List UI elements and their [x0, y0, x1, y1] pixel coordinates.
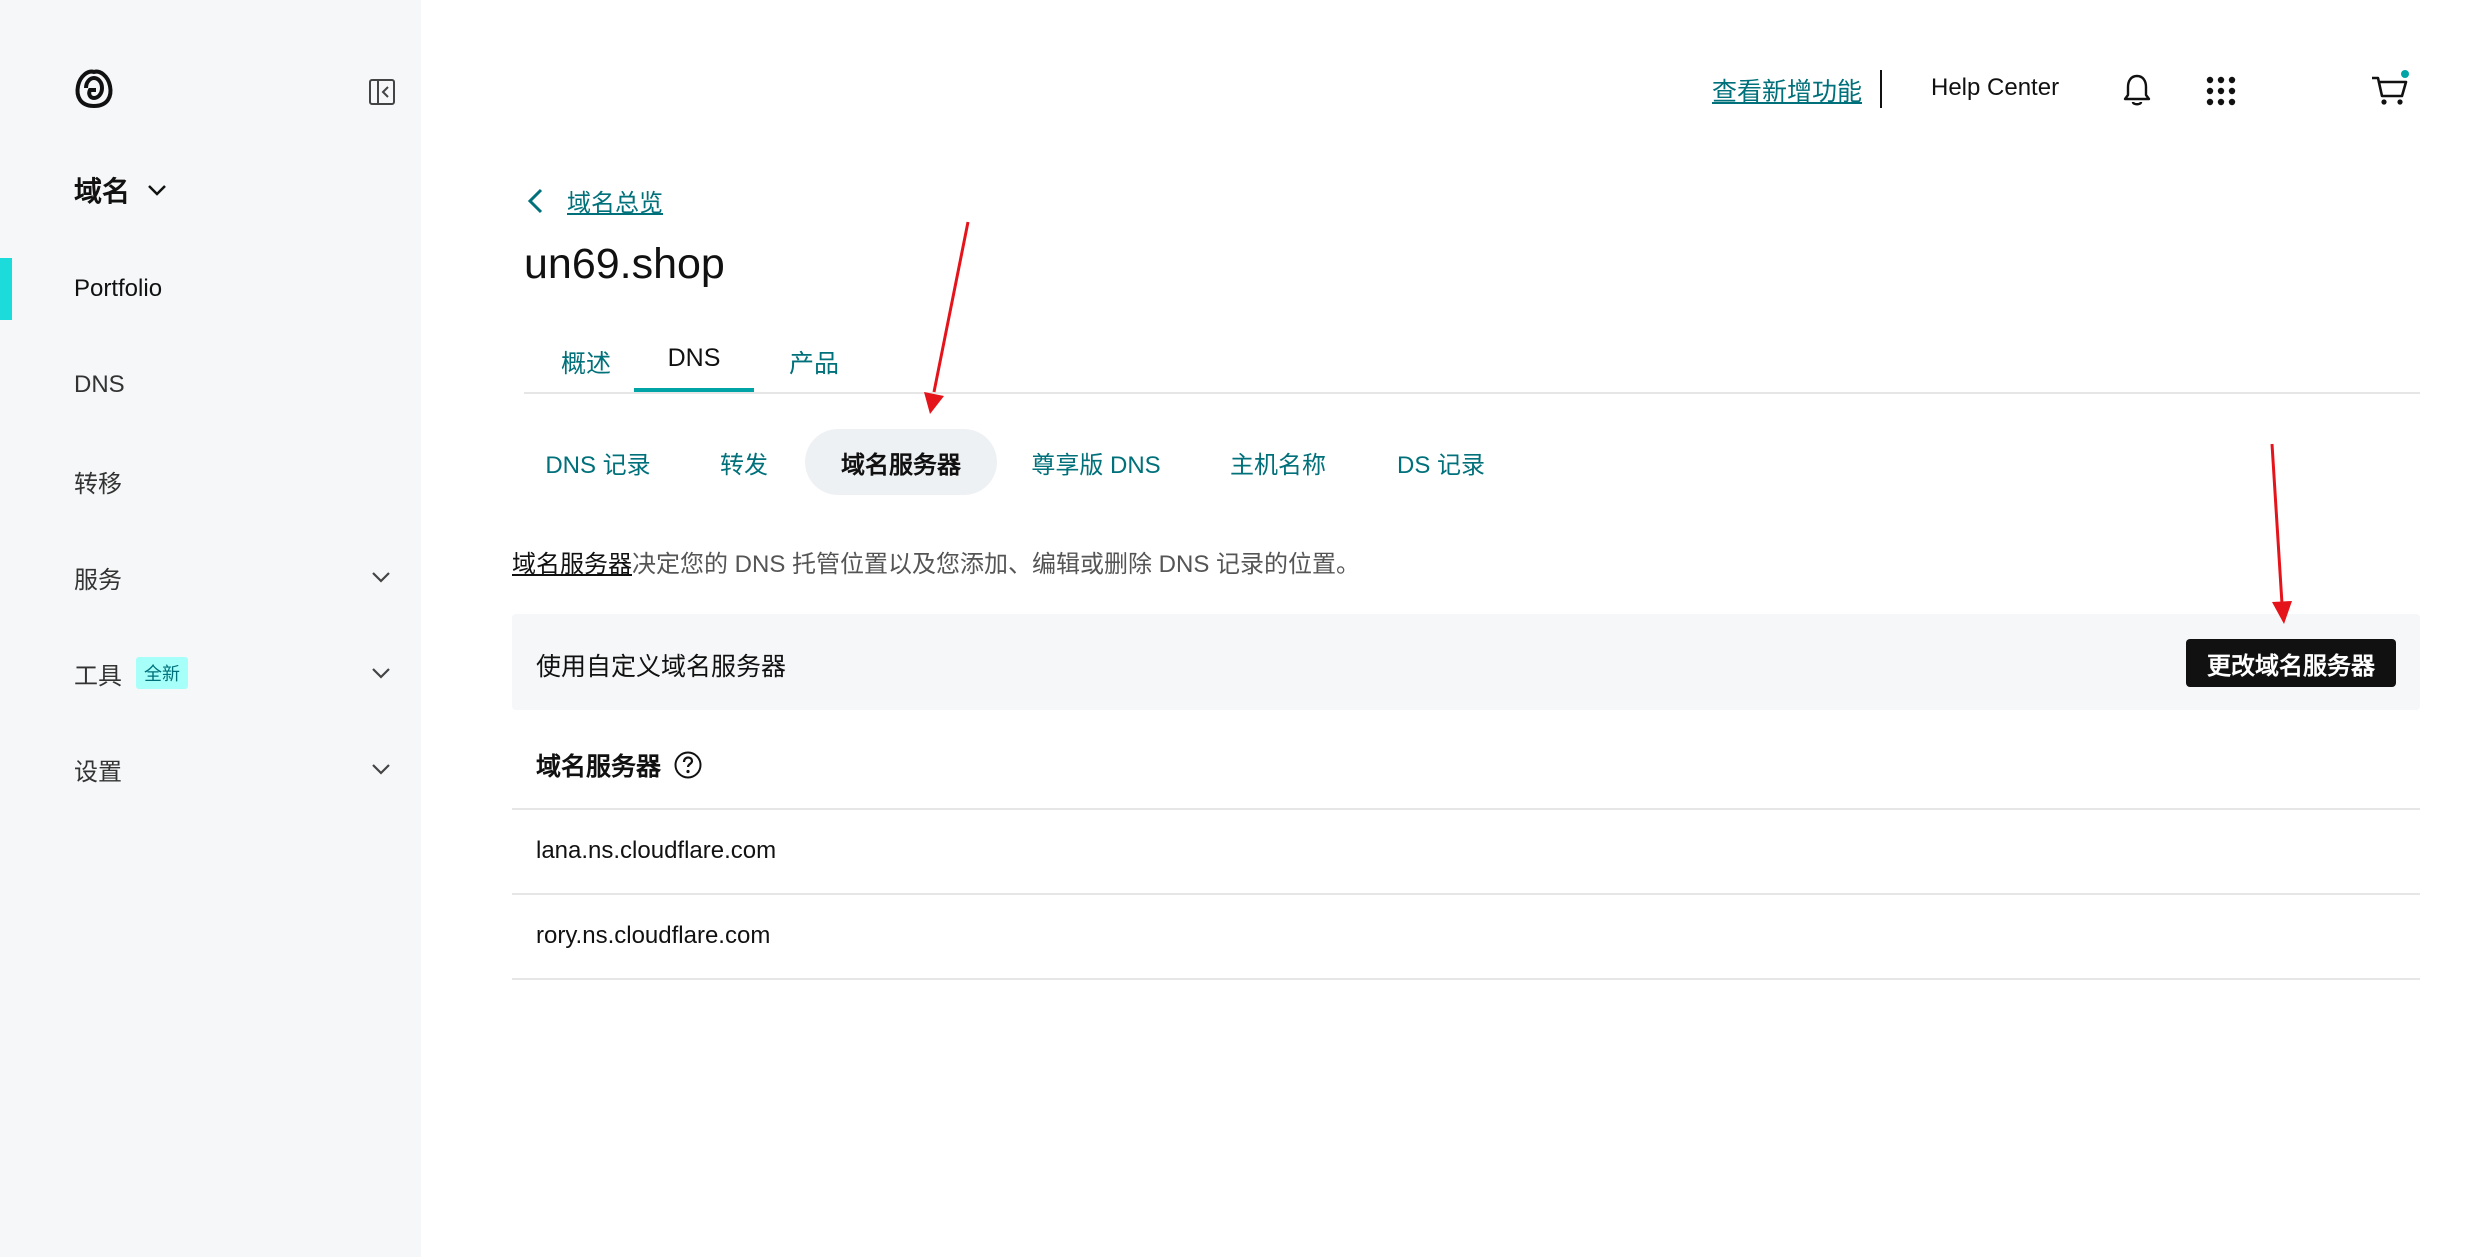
tab-label: 概述: [560, 350, 611, 378]
table-row: lana.ns.cloudflare.com: [512, 808, 2420, 892]
table-bottom-border: [512, 978, 2420, 980]
breadcrumb-domain-overview[interactable]: 域名总览: [567, 183, 663, 218]
chevron-down-icon: [372, 764, 390, 775]
annotation-arrow-button: [2270, 443, 2284, 605]
new-badge: 全新: [136, 657, 188, 689]
sidebar-item-portfolio[interactable]: Portfolio: [0, 258, 421, 320]
sidebar-item-dns[interactable]: DNS: [0, 354, 421, 416]
description-text: 决定您的 DNS 托管位置以及您添加、编辑或删除 DNS 记录的位置。: [632, 551, 1361, 578]
subtab-premium-dns[interactable]: 尊享版 DNS: [1018, 429, 1174, 495]
sidebar-item-label: 设置: [74, 758, 122, 786]
subtab-forwarding[interactable]: 转发: [696, 429, 792, 495]
sidebar-item-label: DNS: [74, 371, 125, 398]
table-row: rory.ns.cloudflare.com: [512, 893, 2420, 977]
page-title: un69.shop: [524, 240, 725, 288]
domains-section-title: 域名: [74, 176, 131, 207]
sidebar-item-settings[interactable]: 设置: [0, 738, 421, 800]
notification-dot: [2401, 70, 2409, 78]
nameserver-description: 域名服务器决定您的 DNS 托管位置以及您添加、编辑或删除 DNS 记录的位置。: [512, 544, 1360, 579]
subtab-label: DS 记录: [1396, 451, 1485, 479]
whats-new-link[interactable]: 查看新增功能: [1712, 72, 1862, 108]
nameserver-value: lana.ns.cloudflare.com: [536, 837, 777, 864]
tab-label: 产品: [788, 350, 839, 378]
help-center-link[interactable]: Help Center: [1931, 74, 2059, 102]
nameserver-help-link[interactable]: 域名服务器: [512, 551, 632, 578]
sidebar-item-label: 转移: [74, 470, 122, 498]
subtab-dns-records[interactable]: DNS 记录: [524, 429, 672, 495]
domains-section-toggle[interactable]: 域名: [74, 170, 168, 210]
chevron-down-icon: [148, 185, 166, 196]
apps-grid-icon[interactable]: [2206, 76, 2236, 106]
tab-dns[interactable]: DNS: [634, 344, 754, 392]
chevron-down-icon: [372, 668, 390, 679]
subtab-label: 主机名称: [1230, 451, 1326, 479]
sidebar-item-services[interactable]: 服务: [0, 546, 421, 608]
sidebar-item-tools[interactable]: 工具 全新: [0, 642, 421, 704]
change-nameservers-button[interactable]: 更改域名服务器: [2186, 639, 2396, 687]
chevron-down-icon: [372, 572, 390, 583]
subtab-label: 域名服务器: [841, 451, 961, 479]
nameserver-status-text: 使用自定义域名服务器: [536, 653, 787, 681]
active-indicator: [0, 258, 12, 320]
tab-label: DNS: [667, 344, 721, 372]
nameserver-value: rory.ns.cloudflare.com: [536, 922, 771, 949]
subtab-hostnames[interactable]: 主机名称: [1210, 429, 1346, 495]
nameserver-list-header: 域名服务器: [536, 747, 703, 783]
nameserver-list-title: 域名服务器: [536, 753, 662, 781]
divider: [1880, 70, 1882, 108]
subtab-nameservers[interactable]: 域名服务器: [805, 429, 997, 495]
nameserver-status-bar: 使用自定义域名服务器 更改域名服务器: [512, 614, 2420, 710]
subtab-label: DNS 记录: [545, 451, 651, 479]
back-chevron-icon[interactable]: [524, 186, 548, 216]
tab-products[interactable]: 产品: [754, 344, 874, 390]
sidebar: 域名 Portfolio DNS 转移 服务 工具 全新 设置: [0, 0, 421, 1257]
active-tab-underline: [634, 388, 754, 392]
godaddy-logo-icon[interactable]: [72, 66, 116, 110]
sidebar-item-label: 服务: [74, 566, 122, 594]
main-tabs: 概述 DNS 产品: [524, 334, 2420, 394]
tab-overview[interactable]: 概述: [524, 344, 648, 390]
sidebar-item-label: 工具: [74, 662, 122, 690]
bell-icon[interactable]: [2120, 72, 2154, 108]
sidebar-item-label: Portfolio: [74, 275, 163, 302]
cart-icon[interactable]: [2370, 70, 2410, 108]
subtab-label: 转发: [720, 451, 768, 479]
collapse-sidebar-icon[interactable]: [367, 77, 397, 107]
subtab-ds-records[interactable]: DS 记录: [1386, 429, 1496, 495]
help-circle-icon[interactable]: [673, 750, 703, 780]
annotation-arrowhead-subtab: [924, 392, 944, 414]
sidebar-item-transfer[interactable]: 转移: [0, 450, 421, 512]
subtab-label: 尊享版 DNS: [1031, 451, 1161, 479]
